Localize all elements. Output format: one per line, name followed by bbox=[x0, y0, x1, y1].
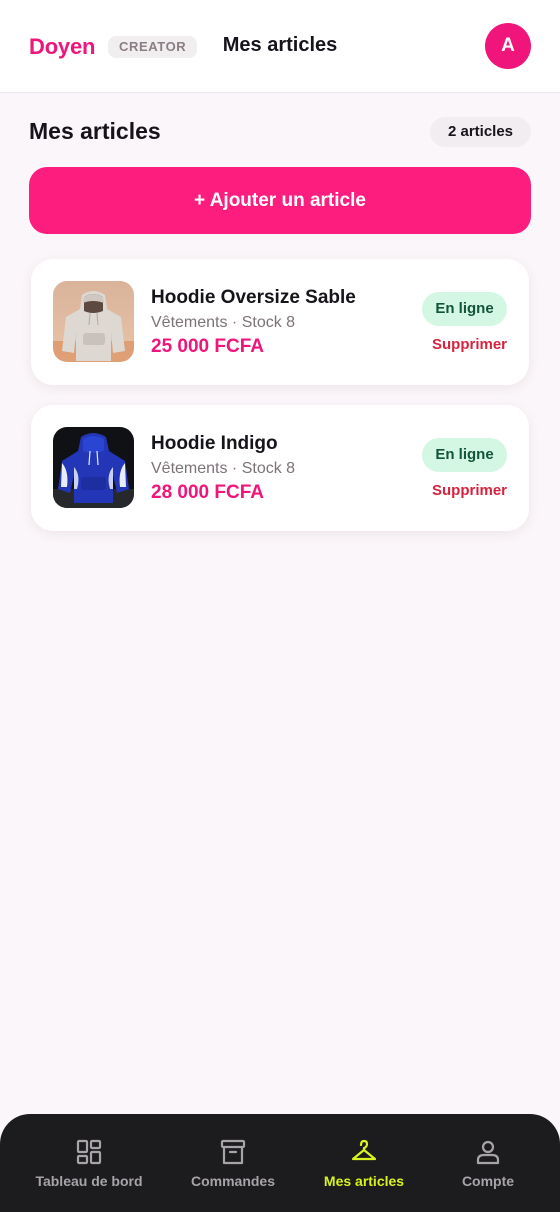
product-category-stock: Vêtements · Stock 8 bbox=[151, 314, 296, 331]
nav-label: Commandes bbox=[190, 1173, 276, 1189]
product-category-stock: Vêtements · Stock 8 bbox=[151, 460, 296, 477]
archive-box-icon bbox=[220, 1139, 246, 1165]
nav-label: Mes articles bbox=[323, 1173, 405, 1189]
delete-button[interactable]: Supprimer bbox=[432, 482, 507, 499]
dashboard-grid-icon bbox=[76, 1139, 102, 1165]
bottom-navigation: Tableau de bord Commandes Mes articles C… bbox=[0, 1114, 560, 1212]
creator-role-badge: CREATOR bbox=[108, 36, 198, 58]
product-card: Hoodie Indigo Vêtements · Stock 8 28 000… bbox=[31, 405, 529, 531]
status-badge: En ligne bbox=[422, 292, 507, 326]
section-title: Mes articles bbox=[29, 118, 161, 144]
person-icon bbox=[475, 1139, 501, 1165]
product-name[interactable]: Hoodie Indigo bbox=[151, 433, 278, 455]
brand-logo[interactable]: Doyen bbox=[29, 34, 95, 60]
add-article-button[interactable]: + Ajouter un article bbox=[29, 167, 531, 234]
hanger-icon bbox=[351, 1139, 377, 1165]
nav-item-my-articles[interactable]: Mes articles bbox=[294, 1114, 434, 1212]
nav-label: Tableau de bord bbox=[35, 1173, 143, 1189]
nav-item-orders[interactable]: Commandes bbox=[163, 1114, 303, 1212]
product-name[interactable]: Hoodie Oversize Sable bbox=[151, 287, 356, 309]
product-price: 25 000 FCFA bbox=[151, 336, 264, 357]
nav-item-dashboard[interactable]: Tableau de bord bbox=[19, 1114, 159, 1212]
top-header: Doyen CREATOR Mes articles A bbox=[0, 0, 560, 93]
nav-item-account[interactable]: Compte bbox=[418, 1114, 558, 1212]
product-price: 28 000 FCFA bbox=[151, 482, 264, 503]
product-image bbox=[53, 427, 134, 508]
avatar[interactable]: A bbox=[485, 23, 531, 69]
app-root: Doyen CREATOR Mes articles A Mes article… bbox=[0, 0, 560, 1212]
delete-button[interactable]: Supprimer bbox=[432, 336, 507, 353]
status-badge: En ligne bbox=[422, 438, 507, 472]
product-image bbox=[53, 281, 134, 362]
product-card: Hoodie Oversize Sable Vêtements · Stock … bbox=[31, 259, 529, 385]
article-count-badge: 2 articles bbox=[430, 117, 531, 147]
nav-label: Compte bbox=[461, 1173, 515, 1189]
